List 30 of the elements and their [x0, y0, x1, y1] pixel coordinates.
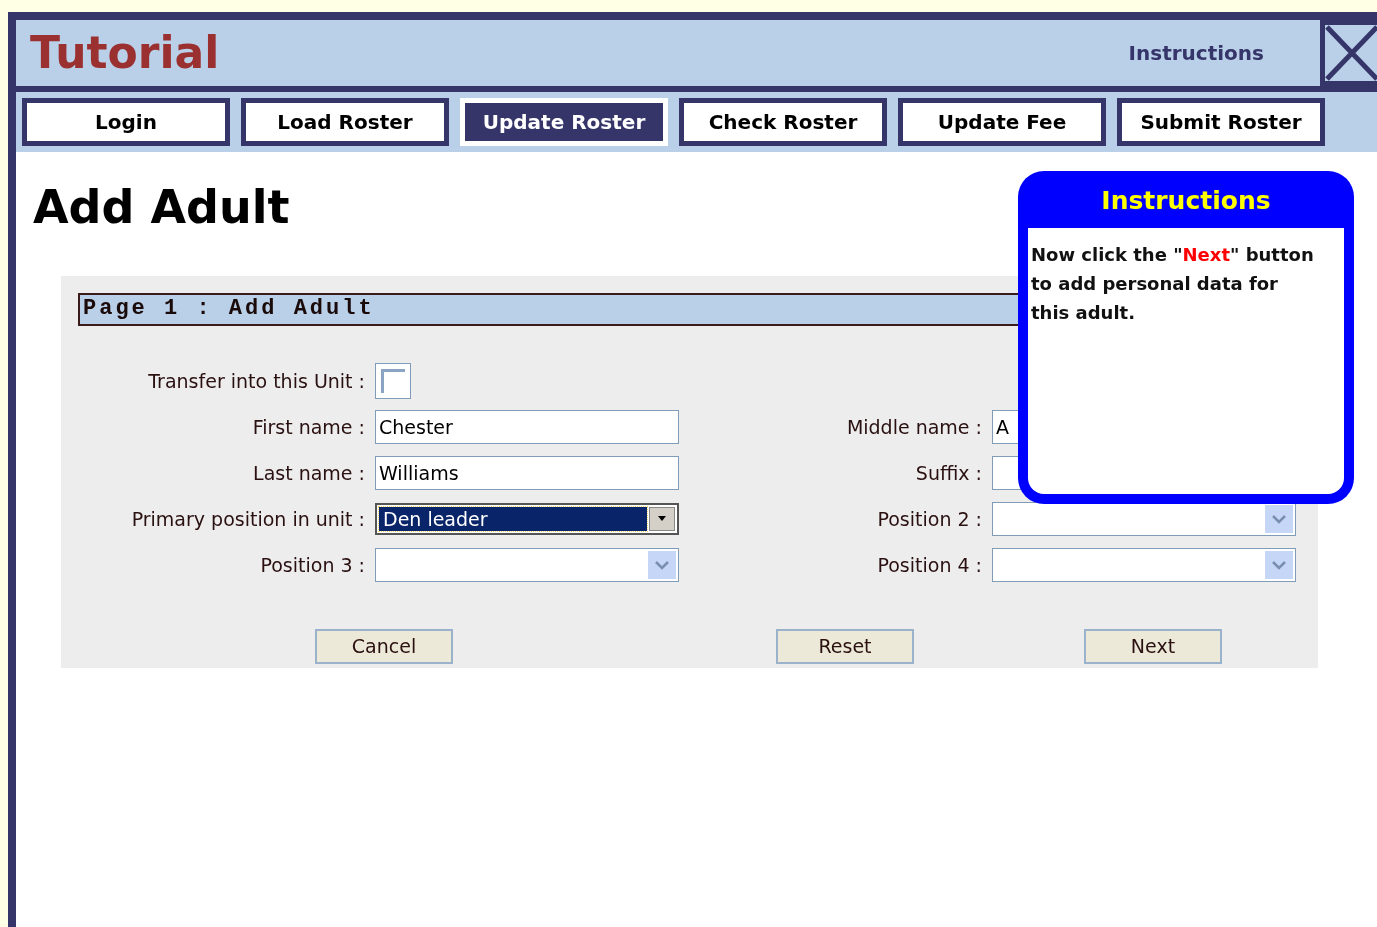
- nav-tab[interactable]: Update Fee: [898, 98, 1106, 146]
- position-select[interactable]: [992, 502, 1296, 536]
- field-label: Position 3 :: [259, 552, 366, 578]
- nav-tab[interactable]: Check Roster: [679, 98, 887, 146]
- field-label: Primary position in unit :: [130, 506, 366, 532]
- nav-tab[interactable]: Update Roster: [460, 98, 668, 146]
- chevron-down-icon: [1265, 505, 1293, 533]
- field-label: Last name :: [252, 460, 366, 486]
- page-heading: Add Adult: [33, 182, 290, 232]
- text-field[interactable]: Chester: [375, 410, 679, 444]
- instructions-link[interactable]: Instructions: [1128, 38, 1264, 68]
- field-label: Position 4 :: [876, 552, 983, 578]
- popup-title: Instructions: [1100, 185, 1272, 217]
- nav-tab[interactable]: Submit Roster: [1117, 98, 1325, 146]
- nav-tab[interactable]: Login: [22, 98, 230, 146]
- chevron-down-icon: [1265, 551, 1293, 579]
- field-label: Position 2 :: [876, 506, 983, 532]
- text-field[interactable]: Williams: [375, 456, 679, 490]
- field-label: Transfer into this Unit :: [147, 368, 366, 394]
- transfer-checkbox[interactable]: [375, 363, 411, 399]
- form-button[interactable]: Next: [1084, 629, 1222, 664]
- app-title: Tutorial: [30, 31, 220, 75]
- form-button[interactable]: Cancel: [315, 629, 453, 664]
- field-label: Middle name :: [845, 414, 983, 440]
- nav-tab[interactable]: Load Roster: [241, 98, 449, 146]
- field-label: Suffix :: [914, 460, 983, 486]
- form-button[interactable]: Reset: [776, 629, 914, 664]
- field-label: First name :: [251, 414, 366, 440]
- chevron-down-icon: [648, 551, 676, 579]
- position-select[interactable]: Den leader: [375, 503, 679, 535]
